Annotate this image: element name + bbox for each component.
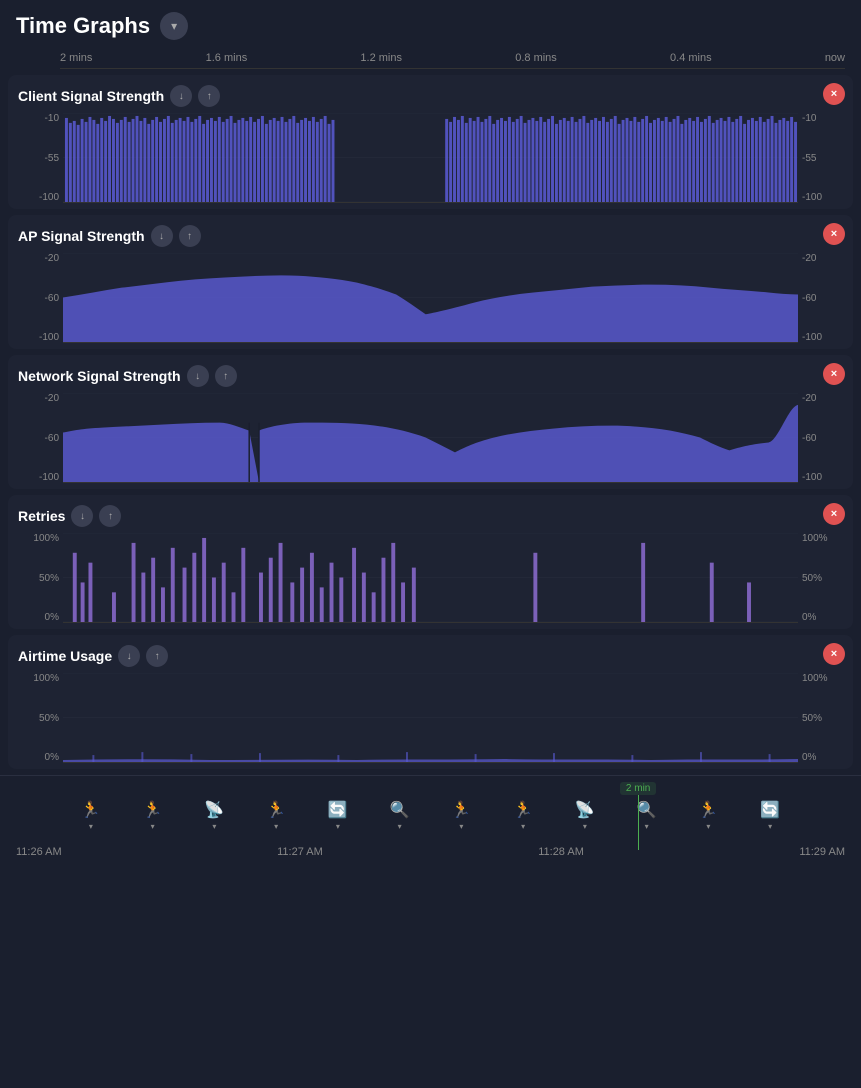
airtime-y-left: 100% 50% 0% — [18, 673, 63, 763]
retries-title: Retries — [18, 508, 65, 524]
airtime-panel: Airtime Usage ↓ ↑ × 100% 50% 0% — [8, 635, 853, 769]
ap-signal-svg — [63, 253, 798, 343]
airtime-chart: 100% 50% 0% — [18, 673, 843, 763]
airtime-header: Airtime Usage ↓ ↑ — [18, 645, 843, 667]
timeline-item-11: 🏃 ▾ — [698, 800, 718, 831]
time-label-0: 2 mins — [60, 52, 92, 64]
timeline-icon-12: 🔄 — [760, 800, 780, 820]
timeline-highlight-line — [638, 795, 639, 850]
retries-header: Retries ↓ ↑ — [18, 505, 843, 527]
y-left-top: -10 — [45, 113, 59, 124]
ap-signal-close[interactable]: × — [823, 223, 845, 245]
retries-sort-down[interactable]: ↓ — [71, 505, 93, 527]
timeline-icon-2: 🏃 — [143, 800, 163, 820]
client-signal-y-right: -10 -55 -100 — [798, 113, 843, 203]
timeline-icon-5: 🔄 — [328, 800, 348, 820]
client-signal-title: Client Signal Strength — [18, 88, 164, 104]
y-left-bot: -100 — [39, 192, 59, 203]
timeline-highlight-label: 2 min — [620, 782, 656, 795]
ap-signal-panel: AP Signal Strength ↓ ↑ × -20 -60 -100 -2… — [8, 215, 853, 349]
timeline-icon-11: 🏃 — [698, 800, 718, 820]
timeline-icon-3: 📡 — [204, 800, 224, 820]
retries-y-left: 100% 50% 0% — [18, 533, 63, 623]
client-signal-svg — [63, 113, 798, 203]
timeline-item-7: 🏃 ▾ — [451, 800, 471, 831]
retries-panel: Retries ↓ ↑ × 100% 50% 0% — [8, 495, 853, 629]
timeline-icon-6: 🔍 — [390, 800, 410, 820]
client-signal-header: Client Signal Strength ↓ ↑ — [18, 85, 843, 107]
timeline-item-12: 🔄 ▾ — [760, 800, 780, 831]
client-signal-sort-up[interactable]: ↑ — [198, 85, 220, 107]
timestamp-1: 11:27 AM — [277, 846, 323, 858]
timeline-item-8: 🏃 ▾ — [513, 800, 533, 831]
ap-signal-title: AP Signal Strength — [18, 228, 145, 244]
time-stamps: 11:26 AM 11:27 AM 11:28 AM 11:29 AM — [0, 842, 861, 862]
timeline-item-5: 🔄 ▾ — [328, 800, 348, 831]
ap-signal-y-left: -20 -60 -100 — [18, 253, 63, 343]
time-label-4: 0.4 mins — [670, 52, 712, 64]
timestamp-0: 11:26 AM — [16, 846, 62, 858]
header-dropdown-button[interactable]: ▾ — [160, 12, 188, 40]
time-label-2: 1.2 mins — [360, 52, 402, 64]
ap-signal-chart: -20 -60 -100 -20 -60 -100 — [18, 253, 843, 343]
network-signal-sort-up[interactable]: ↑ — [215, 365, 237, 387]
network-signal-chart: -20 -60 -100 -20 -60 -100 — [18, 393, 843, 483]
network-signal-y-left: -20 -60 -100 — [18, 393, 63, 483]
timeline-item-2: 🏃 ▾ — [143, 800, 163, 831]
timestamp-2: 11:28 AM — [538, 846, 584, 858]
network-signal-panel: Network Signal Strength ↓ ↑ × -20 -60 -1… — [8, 355, 853, 489]
ap-signal-sort-down[interactable]: ↓ — [151, 225, 173, 247]
airtime-sort-up[interactable]: ↑ — [146, 645, 168, 667]
network-signal-close[interactable]: × — [823, 363, 845, 385]
retries-close[interactable]: × — [823, 503, 845, 525]
bottom-timeline: 2 min 🏃 ▾ 🏃 ▾ 📡 ▾ 🏃 ▾ 🔄 ▾ — [0, 775, 861, 862]
timeline-icon-8: 🏃 — [513, 800, 533, 820]
timeline-icon-7: 🏃 — [451, 800, 471, 820]
airtime-title: Airtime Usage — [18, 648, 112, 664]
airtime-close[interactable]: × — [823, 643, 845, 665]
timestamp-3: 11:29 AM — [799, 846, 845, 858]
time-label-now: now — [825, 52, 845, 64]
retries-sort-up[interactable]: ↑ — [99, 505, 121, 527]
time-label-1: 1.6 mins — [206, 52, 248, 64]
timeline-icon-9: 📡 — [575, 800, 595, 820]
network-signal-sort-down[interactable]: ↓ — [187, 365, 209, 387]
page-header: Time Graphs ▾ — [0, 0, 861, 48]
client-signal-close[interactable]: × — [823, 83, 845, 105]
retries-y-right: 100% 50% 0% — [798, 533, 843, 623]
airtime-y-right: 100% 50% 0% — [798, 673, 843, 763]
ap-signal-header: AP Signal Strength ↓ ↑ — [18, 225, 843, 247]
client-signal-y-left: -10 -55 -100 — [18, 113, 63, 203]
timeline-item-3: 📡 ▾ — [204, 800, 224, 831]
network-signal-header: Network Signal Strength ↓ ↑ — [18, 365, 843, 387]
y-left-mid: -55 — [45, 153, 59, 164]
retries-chart: 100% 50% 0% — [18, 533, 843, 623]
client-signal-chart: -10 -55 -100 — [18, 113, 843, 203]
airtime-sort-down[interactable]: ↓ — [118, 645, 140, 667]
network-signal-y-right: -20 -60 -100 — [798, 393, 843, 483]
client-signal-sort-down[interactable]: ↓ — [170, 85, 192, 107]
airtime-svg — [63, 673, 798, 763]
timeline-item-9: 📡 ▾ — [575, 800, 595, 831]
network-signal-svg — [63, 393, 798, 483]
timeline-item-6: 🔍 ▾ — [390, 800, 410, 831]
timeline-icon-1: 🏃 — [81, 800, 101, 820]
ap-signal-y-right: -20 -60 -100 — [798, 253, 843, 343]
time-axis-line — [60, 68, 845, 69]
client-signal-panel: Client Signal Strength ↓ ↑ × -10 -55 -10… — [8, 75, 853, 209]
page-title: Time Graphs — [16, 13, 150, 39]
time-axis: 2 mins 1.6 mins 1.2 mins 0.8 mins 0.4 mi… — [0, 48, 861, 68]
ap-signal-sort-up[interactable]: ↑ — [179, 225, 201, 247]
timeline-icon-4: 🏃 — [266, 800, 286, 820]
retries-svg — [63, 533, 798, 623]
time-label-3: 0.8 mins — [515, 52, 557, 64]
timeline-item-4: 🏃 ▾ — [266, 800, 286, 831]
network-signal-title: Network Signal Strength — [18, 368, 181, 384]
timeline-item-1: 🏃 ▾ — [81, 800, 101, 831]
